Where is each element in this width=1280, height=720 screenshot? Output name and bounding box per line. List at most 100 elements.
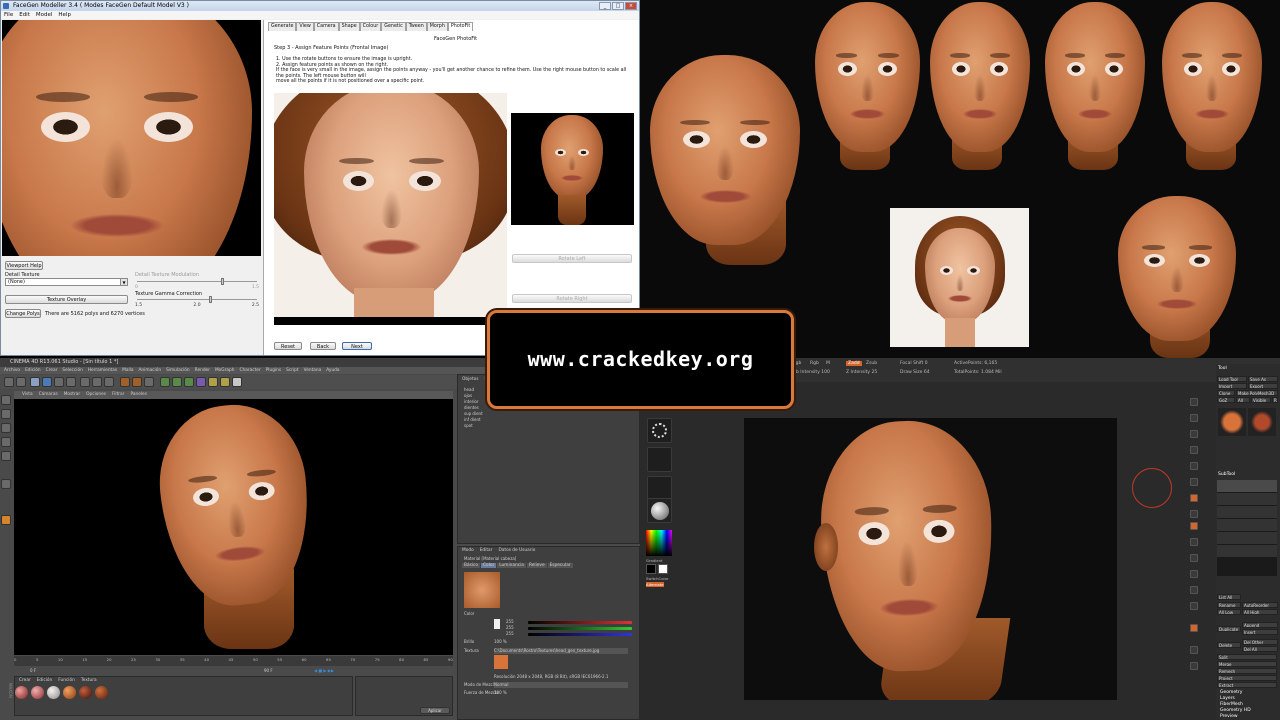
detail-texture-select[interactable]: (None) ▼ [5, 278, 128, 286]
floor-icon[interactable] [1190, 510, 1198, 518]
snap-icon[interactable] [1, 479, 11, 489]
visible-button[interactable]: Visible [1251, 397, 1271, 403]
scene-icon[interactable] [208, 377, 218, 387]
color-picker[interactable] [646, 530, 672, 556]
spix-icon[interactable] [1190, 414, 1198, 422]
material-ball[interactable] [63, 686, 76, 699]
c4d-menu-item[interactable]: Ventana [304, 367, 322, 374]
subtool-row[interactable] [1217, 493, 1277, 505]
switch-color-button[interactable]: SwitchColor [646, 576, 668, 581]
timeline[interactable]: 0 5 10 15 20 25 30 35 40 45 50 55 60 65 70 75 80 85 90 [14, 656, 453, 666]
menu-model[interactable]: Model [36, 11, 53, 19]
rename-button[interactable]: Rename [1217, 602, 1241, 608]
mat-tab-specular[interactable]: Especular [547, 563, 573, 568]
render-view-icon[interactable] [120, 377, 130, 387]
mat-tab-color[interactable]: Color [481, 563, 497, 568]
zsub-toggle[interactable]: Zsub [866, 361, 877, 366]
texture-mode-icon[interactable] [1, 409, 11, 419]
duplicate-button[interactable]: Duplicate [1217, 626, 1241, 632]
mat-tab-luminance[interactable]: Luminancia [497, 563, 526, 568]
rotate-left-button[interactable]: Rotate Left [512, 254, 632, 263]
mix-mode-select[interactable]: Normal [494, 682, 628, 688]
xyz-icon[interactable] [1190, 538, 1198, 546]
minimize-button[interactable]: _ [599, 2, 611, 10]
fibermesh-section[interactable]: FiberMesh [1220, 702, 1243, 707]
del-all-button[interactable]: Del All [1242, 646, 1278, 652]
tab-morph[interactable]: Morph [426, 22, 448, 31]
focal-shift-slider[interactable]: Focal Shift 0 [900, 361, 928, 366]
bpr-icon[interactable] [1190, 398, 1198, 406]
modulation-slider[interactable] [137, 278, 257, 285]
scale-icon[interactable] [54, 377, 64, 387]
del-other-button[interactable]: Del Other [1242, 639, 1278, 645]
material-ball[interactable] [79, 686, 92, 699]
geometry-section[interactable]: Geometry [1220, 690, 1242, 695]
view-menu-item[interactable]: Mostrar [64, 391, 80, 399]
export-button[interactable]: Export [1248, 383, 1278, 389]
undo-icon[interactable] [4, 377, 14, 387]
tab-shape[interactable]: Shape [338, 22, 360, 31]
tab-photofit[interactable]: PhotoFit [447, 22, 474, 31]
c4d-menu-item[interactable]: Script [286, 367, 298, 374]
goz-button[interactable]: GoZ [1217, 397, 1235, 403]
all-high-button[interactable]: All High [1242, 609, 1278, 615]
channel-b-value[interactable]: 255 [506, 631, 514, 637]
draw-size-slider[interactable]: Draw Size 64 [900, 370, 930, 375]
modulation-slider-thumb[interactable] [221, 278, 224, 285]
extract-button[interactable]: Extract [1217, 682, 1277, 688]
subtool-row[interactable] [1217, 519, 1277, 531]
material-ball[interactable] [47, 686, 60, 699]
cube-icon[interactable] [160, 377, 170, 387]
polygons-mode-icon[interactable] [1, 451, 11, 461]
view-menu-item[interactable]: Filtrar [112, 391, 124, 399]
x-axis-icon[interactable] [80, 377, 90, 387]
zadd-toggle[interactable]: Zadd [846, 361, 862, 366]
c4d-perspective-viewport[interactable] [14, 399, 453, 655]
geometry-hd-section[interactable]: Geometry HD [1220, 708, 1251, 713]
remesh-button[interactable]: Remesh [1217, 668, 1277, 674]
import-button[interactable]: Import [1217, 383, 1247, 389]
mat-menu-texture[interactable]: Textura [81, 678, 97, 683]
material-selector[interactable] [647, 498, 672, 523]
frame-icon[interactable] [1190, 554, 1198, 562]
r-slider[interactable] [528, 621, 632, 624]
attr-edit-menu[interactable]: Editar [480, 548, 493, 553]
preview-section[interactable]: Preview [1220, 714, 1238, 719]
all-button[interactable]: All [1236, 397, 1250, 403]
merge-button[interactable]: Merge [1217, 661, 1277, 667]
tool-thumb[interactable] [1248, 408, 1276, 436]
menu-help[interactable]: Help [58, 11, 71, 19]
frontal-photo[interactable] [274, 93, 507, 325]
c4d-menu-item[interactable]: Edición [25, 367, 41, 374]
insert-button[interactable]: Insert [1242, 629, 1278, 635]
brush-selector[interactable] [647, 418, 672, 443]
g-slider[interactable] [528, 627, 632, 630]
c4d-menu-item[interactable]: Render [195, 367, 210, 374]
color-swatch[interactable] [494, 619, 500, 629]
live-select-icon[interactable] [30, 377, 40, 387]
c4d-menu-item[interactable]: Selección [62, 367, 82, 374]
project-button[interactable]: Project [1217, 675, 1277, 681]
apply-button[interactable]: Aplicar [420, 707, 450, 714]
all-low-button[interactable]: All Low [1217, 609, 1241, 615]
view-menu-item[interactable]: Vista [22, 391, 33, 399]
mat-tab-bump[interactable]: Relieve [526, 563, 547, 568]
rgb-toggle[interactable]: Rgb [810, 361, 819, 366]
m-toggle[interactable]: M [826, 361, 830, 366]
subtool-row[interactable] [1217, 545, 1277, 557]
mat-menu-function[interactable]: Función [58, 678, 75, 683]
gamma-slider[interactable] [137, 296, 257, 303]
mat-tab-basic[interactable]: Básico [462, 563, 481, 568]
tab-view[interactable]: View [296, 22, 314, 31]
deformer-icon[interactable] [196, 377, 206, 387]
c4d-menu-item[interactable]: Crear [46, 367, 58, 374]
primary-color[interactable] [658, 564, 668, 574]
frame-start[interactable]: 0 F [30, 668, 36, 673]
attr-userdata-menu[interactable]: Datos de Usuario [498, 548, 535, 553]
change-polys-button[interactable]: Change Polys [5, 309, 41, 318]
frame-end[interactable]: 90 F [264, 668, 273, 673]
facegen-3d-viewport[interactable] [2, 20, 261, 256]
subtool-row[interactable] [1217, 506, 1277, 518]
scroll-icon[interactable] [1190, 430, 1198, 438]
subtool-list[interactable] [1217, 480, 1277, 576]
